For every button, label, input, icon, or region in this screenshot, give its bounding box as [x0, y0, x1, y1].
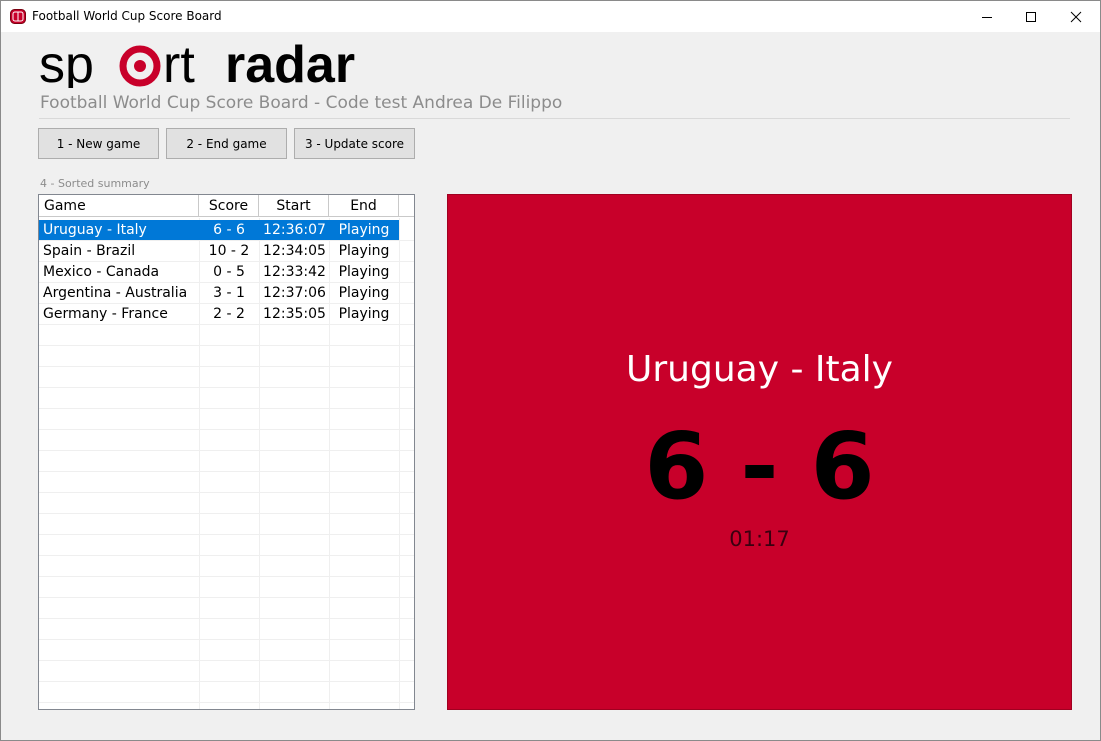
grid-line-vertical	[399, 218, 400, 709]
header-divider	[39, 118, 1070, 119]
column-header-filler	[399, 195, 414, 217]
column-header-end[interactable]: End	[329, 195, 399, 217]
grid-line-horizontal	[39, 597, 414, 598]
cell-start: 12:34:05	[263, 243, 326, 259]
maximize-button[interactable]	[1008, 1, 1054, 32]
games-list[interactable]: Game Score Start End Uruguay - Italy 6 -…	[38, 194, 415, 710]
cell-game: Mexico - Canada	[43, 264, 160, 280]
grid-line-horizontal	[39, 660, 414, 661]
new-game-button[interactable]: 1 - New game	[38, 128, 159, 159]
logo-text-sp: sp	[39, 42, 94, 88]
cell-end: Playing	[338, 285, 390, 301]
maximize-icon	[1026, 11, 1036, 22]
cell-start: 12:36:07	[263, 222, 326, 238]
scoreboard-panel: Uruguay - Italy 6 - 6 01:17	[447, 194, 1072, 710]
title-bar[interactable]: Football World Cup Score Board	[1, 1, 1100, 32]
update-score-button[interactable]: 3 - Update score	[294, 128, 415, 159]
end-game-button[interactable]: 2 - End game	[166, 128, 287, 159]
summary-label: 4 - Sorted summary	[40, 177, 150, 190]
page-subtitle: Football World Cup Score Board - Code te…	[40, 93, 563, 113]
grid-line-horizontal	[39, 534, 414, 535]
grid-line-horizontal	[39, 450, 414, 451]
grid-line-horizontal	[39, 429, 414, 430]
table-row[interactable]: Argentina - Australia 3 - 1 12:37:06 Pla…	[39, 283, 399, 303]
cell-score: 6 - 6	[213, 222, 245, 238]
grid-line-horizontal	[39, 345, 414, 346]
column-header-score[interactable]: Score	[199, 195, 259, 217]
grid-line-horizontal	[39, 408, 414, 409]
grid-line-horizontal	[39, 471, 414, 472]
grid-line-horizontal	[39, 576, 414, 577]
minimize-icon	[982, 16, 992, 18]
scoreboard-game: Uruguay - Italy	[626, 349, 893, 390]
cell-end: Playing	[338, 306, 390, 322]
grid-line-horizontal	[39, 681, 414, 682]
cell-game: Spain - Brazil	[43, 243, 136, 259]
scoreboard-elapsed-time: 01:17	[729, 527, 790, 551]
grid-line-horizontal	[39, 639, 414, 640]
table-row[interactable]: Mexico - Canada 0 - 5 12:33:42 Playing	[39, 262, 399, 282]
football-icon	[10, 9, 26, 24]
table-row[interactable]: Uruguay - Italy 6 - 6 12:36:07 Playing	[39, 220, 399, 240]
cell-score: 2 - 2	[213, 306, 245, 322]
column-header-start[interactable]: Start	[259, 195, 329, 217]
cell-start: 12:33:42	[263, 264, 326, 280]
sportradar-logo: sp rt radar	[39, 36, 409, 94]
grid-line-horizontal	[39, 513, 414, 514]
column-header-game[interactable]: Game	[39, 195, 199, 217]
grid-line-horizontal	[39, 387, 414, 388]
grid-line-horizontal	[39, 492, 414, 493]
cell-start: 12:37:06	[263, 285, 326, 301]
grid-line-horizontal	[39, 324, 414, 325]
logo-target-icon	[119, 45, 161, 87]
grid-line-horizontal	[39, 555, 414, 556]
cell-score: 3 - 1	[213, 285, 245, 301]
grid-line-horizontal	[39, 618, 414, 619]
minimize-button[interactable]	[964, 1, 1010, 32]
window-title: Football World Cup Score Board	[32, 9, 222, 23]
table-row[interactable]: Spain - Brazil 10 - 2 12:34:05 Playing	[39, 241, 399, 261]
close-icon	[1070, 11, 1082, 22]
close-button[interactable]	[1053, 1, 1099, 32]
cell-game: Uruguay - Italy	[43, 222, 147, 238]
cell-end: Playing	[338, 264, 390, 280]
logo-text-radar: radar	[225, 42, 355, 88]
table-row[interactable]: Germany - France 2 - 2 12:35:05 Playing	[39, 304, 399, 324]
cell-score: 10 - 2	[208, 243, 250, 259]
cell-start: 12:35:05	[263, 306, 326, 322]
scoreboard-score: 6 - 6	[644, 413, 875, 520]
logo-text-rt: rt	[163, 42, 195, 88]
cell-game: Germany - France	[43, 306, 168, 322]
cell-game: Argentina - Australia	[43, 285, 188, 301]
cell-end: Playing	[338, 243, 390, 259]
cell-end: Playing	[338, 222, 390, 238]
grid-line-horizontal	[39, 702, 414, 703]
list-header: Game Score Start End	[39, 195, 414, 218]
app-window: Football World Cup Score Board sp rt rad…	[0, 0, 1101, 741]
grid-line-horizontal	[39, 366, 414, 367]
cell-score: 0 - 5	[213, 264, 245, 280]
